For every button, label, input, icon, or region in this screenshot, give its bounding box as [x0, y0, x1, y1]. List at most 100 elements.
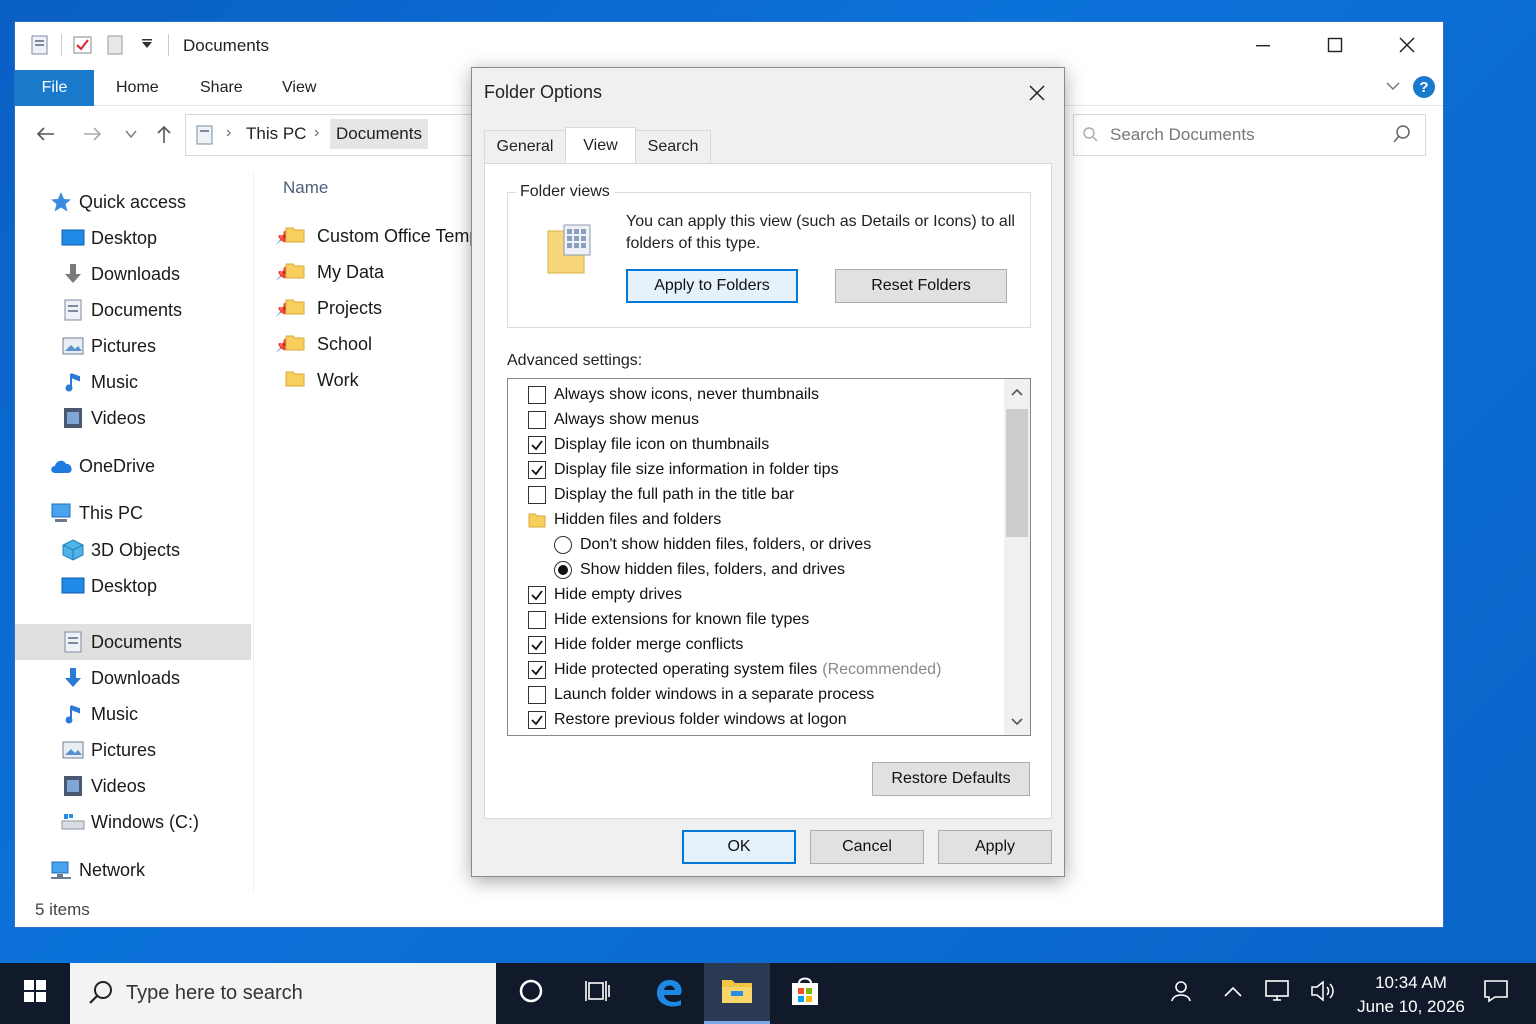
setting-row[interactable]: Show hidden files, folders, and drives: [554, 557, 845, 582]
ok-button[interactable]: OK: [682, 830, 796, 864]
setting-row[interactable]: Display the full path in the title bar: [528, 482, 794, 507]
checkbox-checked[interactable]: [528, 460, 546, 479]
file-explorer-button[interactable]: [704, 963, 770, 1024]
sidebar-item-videos[interactable]: Videos: [61, 400, 146, 436]
checkmark-icon[interactable]: [72, 34, 94, 56]
sidebar-item-network[interactable]: Network: [49, 852, 145, 888]
setting-row[interactable]: Hide empty drives: [528, 582, 682, 607]
tab-home[interactable]: Home: [116, 79, 159, 97]
sidebar-item-desktop-pc[interactable]: Desktop: [61, 568, 157, 604]
file-item[interactable]: Work: [285, 362, 359, 398]
sidebar-item-windows-c[interactable]: Windows (C:): [61, 804, 199, 840]
checkbox-unchecked[interactable]: [528, 485, 546, 504]
checkbox-unchecked[interactable]: [528, 385, 546, 404]
apply-to-folders-button[interactable]: Apply to Folders: [626, 269, 798, 303]
action-center-button[interactable]: [1476, 963, 1516, 1024]
checkbox-checked[interactable]: [528, 635, 546, 654]
setting-row[interactable]: Display file icon on thumbnails: [528, 432, 769, 457]
sidebar-item-documents-pc[interactable]: Documents: [61, 624, 182, 660]
setting-row[interactable]: Hide protected operating system files (Re…: [528, 657, 941, 682]
volume-button[interactable]: [1304, 963, 1346, 1024]
breadcrumb-this-pc[interactable]: This PC: [246, 124, 306, 144]
checkbox-checked[interactable]: [528, 435, 546, 454]
people-button[interactable]: [1160, 963, 1204, 1024]
sidebar-item-this-pc[interactable]: This PC: [49, 495, 143, 531]
checkbox-unchecked[interactable]: [528, 410, 546, 429]
sidebar-item-documents[interactable]: Documents 📌: [61, 292, 291, 328]
help-icon[interactable]: ?: [1413, 76, 1435, 98]
task-view-button[interactable]: [566, 963, 632, 1024]
cortana-button[interactable]: [498, 963, 564, 1024]
properties-icon[interactable]: [29, 34, 51, 56]
sidebar-item-music[interactable]: Music: [61, 364, 138, 400]
file-item[interactable]: School: [285, 326, 372, 362]
checkbox-unchecked[interactable]: [528, 610, 546, 629]
sidebar-item-downloads-pc[interactable]: Downloads: [61, 660, 180, 696]
checkbox-checked[interactable]: [528, 710, 546, 729]
sidebar-item-downloads[interactable]: Downloads 📌: [61, 256, 291, 292]
apply-button[interactable]: Apply: [938, 830, 1052, 864]
start-button[interactable]: [0, 963, 70, 1024]
setting-row[interactable]: Don't show hidden files, folders, or dri…: [554, 532, 871, 557]
edge-button[interactable]: [636, 963, 702, 1024]
sidebar-item-quick-access[interactable]: Quick access: [49, 184, 186, 220]
column-header-name[interactable]: Name: [283, 178, 328, 198]
setting-row[interactable]: Hide extensions for known file types: [528, 607, 809, 632]
cancel-button[interactable]: Cancel: [810, 830, 924, 864]
maximize-button[interactable]: [1299, 22, 1371, 68]
setting-row[interactable]: Hide folder merge conflicts: [528, 632, 743, 657]
setting-row[interactable]: Launch folder windows in a separate proc…: [528, 682, 874, 707]
search-input[interactable]: Search Documents: [1110, 125, 1255, 145]
recent-locations-button[interactable]: [119, 122, 143, 146]
restore-defaults-button[interactable]: Restore Defaults: [872, 762, 1030, 796]
checkbox-unchecked[interactable]: [528, 685, 546, 704]
show-hidden-icons-button[interactable]: [1214, 963, 1252, 1024]
setting-row[interactable]: Always show menus: [528, 407, 699, 432]
scroll-thumb[interactable]: [1006, 409, 1028, 537]
taskbar-search-input[interactable]: Type here to search: [126, 982, 303, 1005]
scroll-up-icon[interactable]: [1004, 379, 1030, 405]
setting-row[interactable]: Restore previous folder windows at logon: [528, 707, 847, 732]
dialog-close-button[interactable]: [1022, 78, 1052, 108]
setting-row[interactable]: Display file size information in folder …: [528, 457, 839, 482]
tab-search[interactable]: Search: [635, 130, 711, 163]
sidebar-item-pictures[interactable]: Pictures 📌: [61, 328, 291, 364]
forward-button[interactable]: [81, 122, 105, 146]
sidebar-item-desktop[interactable]: Desktop 📌: [61, 220, 291, 256]
tab-view[interactable]: View: [565, 127, 636, 163]
address-bar[interactable]: › This PC › Documents: [185, 114, 475, 156]
chevron-down-icon[interactable]: [136, 34, 158, 56]
expand-ribbon-icon[interactable]: [1385, 78, 1401, 99]
search-icon[interactable]: [1393, 125, 1411, 148]
back-button[interactable]: [33, 122, 57, 146]
sidebar-item-videos-pc[interactable]: Videos: [61, 768, 146, 804]
sidebar-item-music-pc[interactable]: Music: [61, 696, 138, 732]
sidebar-item-onedrive[interactable]: OneDrive: [49, 448, 155, 484]
radio-unselected[interactable]: [554, 535, 572, 554]
checkbox-checked[interactable]: [528, 660, 546, 679]
close-button[interactable]: [1371, 22, 1443, 68]
breadcrumb-documents[interactable]: Documents: [330, 119, 428, 149]
tab-file[interactable]: File: [15, 70, 94, 106]
minimize-button[interactable]: [1227, 22, 1299, 68]
refresh-icon[interactable]: [1082, 126, 1098, 147]
checkbox-checked[interactable]: [528, 585, 546, 604]
file-item[interactable]: Projects: [285, 290, 382, 326]
scroll-down-icon[interactable]: [1004, 709, 1030, 735]
sidebar-item-pictures-pc[interactable]: Pictures: [61, 732, 156, 768]
tab-share[interactable]: Share: [200, 79, 243, 97]
sidebar-item-3d-objects[interactable]: 3D Objects: [61, 532, 180, 568]
reset-folders-button[interactable]: Reset Folders: [835, 269, 1007, 303]
file-item[interactable]: My Data: [285, 254, 384, 290]
up-button[interactable]: [152, 122, 176, 146]
search-box[interactable]: Search Documents: [1073, 114, 1426, 156]
tab-general[interactable]: General: [484, 130, 566, 163]
radio-selected[interactable]: [554, 560, 572, 579]
taskbar-clock[interactable]: 10:34 AM June 10, 2026: [1352, 971, 1470, 1019]
tab-view[interactable]: View: [282, 79, 316, 97]
new-folder-icon[interactable]: [104, 34, 126, 56]
advanced-settings-scrollbar[interactable]: [1004, 379, 1030, 735]
setting-row[interactable]: Always show icons, never thumbnails: [528, 382, 819, 407]
taskbar-search-box[interactable]: Type here to search: [70, 963, 496, 1024]
network-status-button[interactable]: [1258, 963, 1298, 1024]
